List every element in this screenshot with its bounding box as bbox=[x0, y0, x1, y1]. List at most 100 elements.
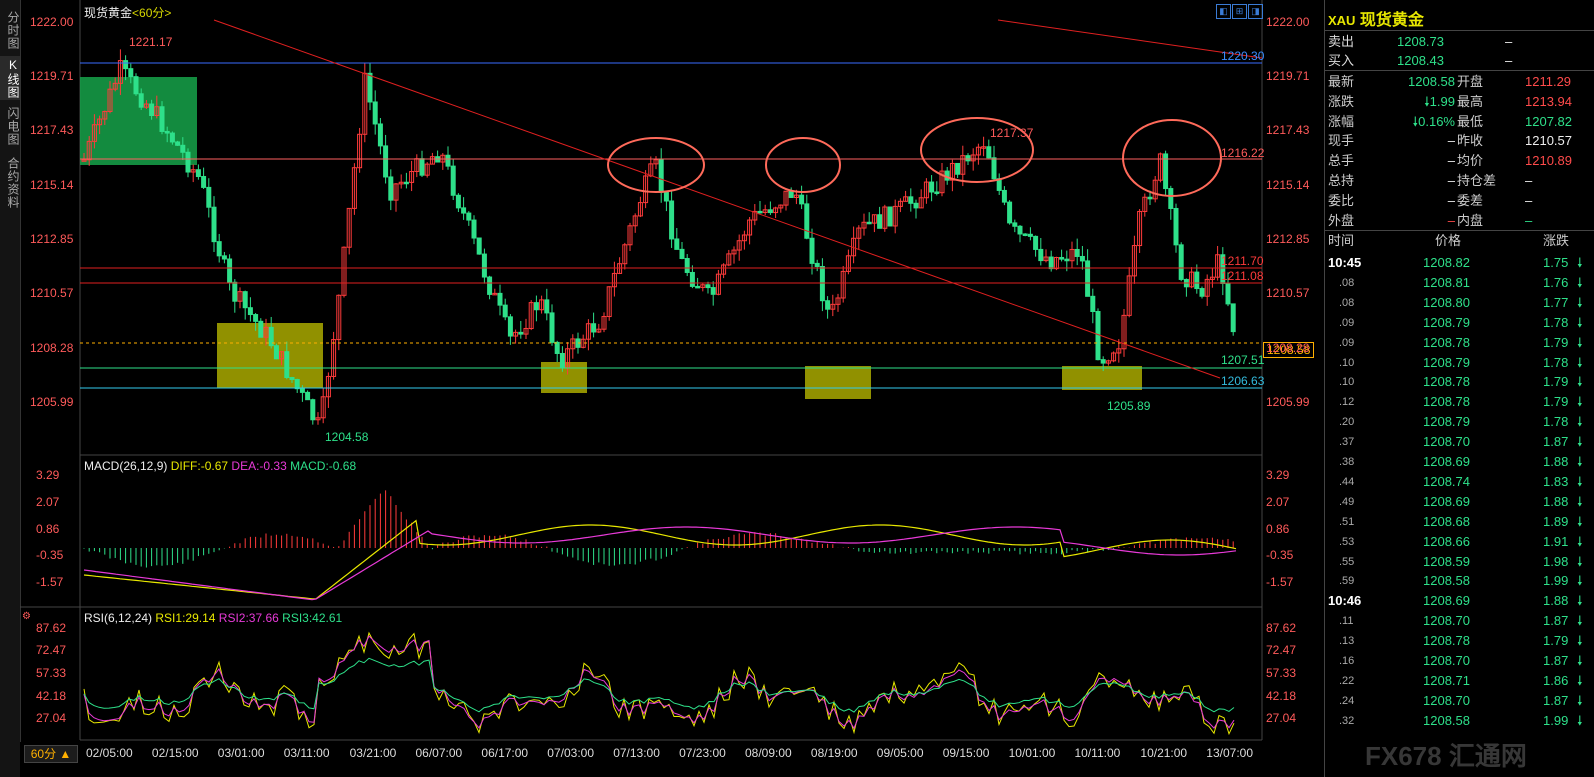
stat-value: 1210.89 bbox=[1525, 153, 1572, 169]
candle-body bbox=[1194, 271, 1200, 290]
candle-body bbox=[305, 391, 311, 401]
rsi-title: RSI(6,12,24) bbox=[84, 611, 153, 625]
stat-label: 总持 bbox=[1328, 173, 1355, 188]
price-tick-right: 1215.14 bbox=[1266, 177, 1310, 192]
candle-body bbox=[955, 162, 961, 175]
grid-icon[interactable]: ⊞ bbox=[1232, 4, 1247, 19]
tick-change: 1.78 bbox=[1543, 314, 1569, 330]
candle-body bbox=[169, 132, 175, 143]
tick-change: 1.99 bbox=[1543, 573, 1569, 589]
tick-price: 1208.78 bbox=[1423, 633, 1470, 649]
tick-time: .44 bbox=[1339, 475, 1355, 488]
macd-dea: DEA:-0.33 bbox=[231, 459, 287, 473]
stat-label: 委差 bbox=[1457, 192, 1484, 208]
candle-body bbox=[273, 345, 279, 360]
tick-price: 1208.80 bbox=[1423, 294, 1470, 310]
tick-time: .10 bbox=[1339, 376, 1355, 389]
highlight-circle bbox=[1122, 119, 1222, 197]
down-arrow-icon: 🠗 bbox=[1577, 473, 1583, 489]
tick-price: 1208.68 bbox=[1423, 513, 1470, 529]
stat-label: 内盘 bbox=[1457, 212, 1484, 228]
candle-body bbox=[1022, 233, 1028, 236]
kline-chart[interactable] bbox=[0, 0, 1324, 777]
down-arrow-icon: 🠗 bbox=[1577, 712, 1583, 728]
candle-body bbox=[1225, 282, 1231, 305]
rsi-header: RSI(6,12,24) RSI1:29.14 RSI2:37.66 RSI3:… bbox=[84, 611, 342, 625]
candle-body bbox=[258, 320, 264, 338]
macd-header: MACD(26,12,9) DIFF:-0.67 DEA:-0.33 MACD:… bbox=[84, 459, 356, 473]
tick-price: 1208.70 bbox=[1423, 613, 1470, 629]
macd-tick-right: 2.07 bbox=[1266, 495, 1290, 509]
candle-body bbox=[809, 237, 815, 264]
macd-tick-right: 3.29 bbox=[1266, 468, 1290, 482]
candle-body bbox=[689, 271, 695, 287]
tick-time: .20 bbox=[1339, 416, 1355, 429]
rsi-tick-left: 42.18 bbox=[36, 689, 67, 703]
rsi-tick-left: 57.33 bbox=[36, 666, 67, 680]
tick-price: 1208.69 bbox=[1423, 493, 1470, 509]
rsi-tick-left: 72.47 bbox=[36, 643, 67, 657]
stat-label: 涨跌 bbox=[1328, 93, 1355, 109]
candle-body bbox=[476, 237, 482, 255]
candle-body bbox=[877, 214, 883, 229]
tick-price: 1208.79 bbox=[1423, 414, 1470, 430]
candle-body bbox=[128, 68, 134, 78]
high-label: 1221.17 bbox=[129, 35, 173, 49]
candle-body bbox=[1033, 235, 1039, 250]
zoom-out-icon[interactable]: ◧ bbox=[1216, 4, 1231, 19]
tick-time: 10:46 bbox=[1328, 593, 1362, 609]
candle-body bbox=[242, 291, 248, 309]
tick-price: 1208.78 bbox=[1423, 394, 1470, 410]
price-tick-left: 1217.43 bbox=[30, 123, 74, 138]
candle-body bbox=[788, 190, 794, 198]
down-arrow-icon: 🠗 bbox=[1577, 255, 1583, 270]
tick-time: .13 bbox=[1339, 635, 1355, 648]
candle-body bbox=[507, 316, 513, 337]
tick-price: 1208.66 bbox=[1423, 533, 1470, 549]
period-selector[interactable]: 60分 ▲ bbox=[24, 745, 78, 763]
settings-gear-icon[interactable]: ⚙ bbox=[22, 611, 31, 622]
price-tick-left: 1208.28 bbox=[30, 340, 74, 355]
support-box bbox=[1062, 366, 1142, 390]
tick-price: 1208.69 bbox=[1423, 454, 1470, 469]
tick-price: 1208.70 bbox=[1423, 692, 1470, 708]
candle-body bbox=[487, 276, 493, 295]
tick-change: 1.87 bbox=[1543, 653, 1569, 668]
tick-change: 1.75 bbox=[1543, 255, 1569, 270]
macd-tick-left: 2.07 bbox=[36, 495, 60, 509]
time-label: 02/15:00 bbox=[151, 746, 199, 760]
candle-body bbox=[991, 157, 997, 180]
buy-label: 买入 bbox=[1328, 53, 1355, 68]
rsi-series bbox=[83, 631, 1235, 736]
macd-dea-line bbox=[83, 526, 1237, 601]
candle-body bbox=[471, 219, 477, 239]
macd-tick-left: -1.57 bbox=[36, 575, 64, 589]
stat-label: 涨幅 bbox=[1328, 113, 1355, 129]
tick-change: 1.79 bbox=[1543, 394, 1569, 410]
macd-title: MACD(26,12,9) bbox=[84, 459, 168, 473]
tick-change: 1.88 bbox=[1543, 493, 1569, 509]
tick-price: 1208.58 bbox=[1423, 712, 1470, 728]
quote-header: XAU 现货黄金 bbox=[1328, 6, 1424, 29]
down-arrow-icon: 🠗 bbox=[1577, 513, 1583, 529]
sell-price: 1208.73 bbox=[1397, 34, 1444, 49]
candle-body bbox=[1147, 196, 1153, 200]
candle-body bbox=[497, 292, 503, 306]
stat-label: 持仓差 bbox=[1457, 173, 1497, 188]
macd-tick-left: 3.29 bbox=[36, 468, 60, 482]
chart-toolbar: ◧ ⊞ ◨ bbox=[1216, 4, 1263, 19]
candle-body bbox=[1178, 244, 1184, 280]
candle-body bbox=[1079, 255, 1085, 262]
tick-time: .51 bbox=[1339, 515, 1355, 528]
stat-value: – bbox=[1447, 173, 1455, 188]
candle-body bbox=[289, 377, 295, 380]
zoom-in-icon[interactable]: ◨ bbox=[1248, 4, 1263, 19]
candle-body bbox=[591, 323, 597, 333]
candle-body bbox=[1074, 248, 1080, 257]
tick-change: 1.78 bbox=[1543, 414, 1569, 430]
tick-change: 1.99 bbox=[1543, 712, 1569, 728]
macd-diff: DIFF:-0.67 bbox=[170, 459, 229, 473]
level-1206-label: 1206.63 bbox=[1221, 374, 1265, 388]
down-arrow-icon: 🠗 bbox=[1577, 314, 1583, 330]
price-tick-right: 1212.85 bbox=[1266, 232, 1310, 247]
